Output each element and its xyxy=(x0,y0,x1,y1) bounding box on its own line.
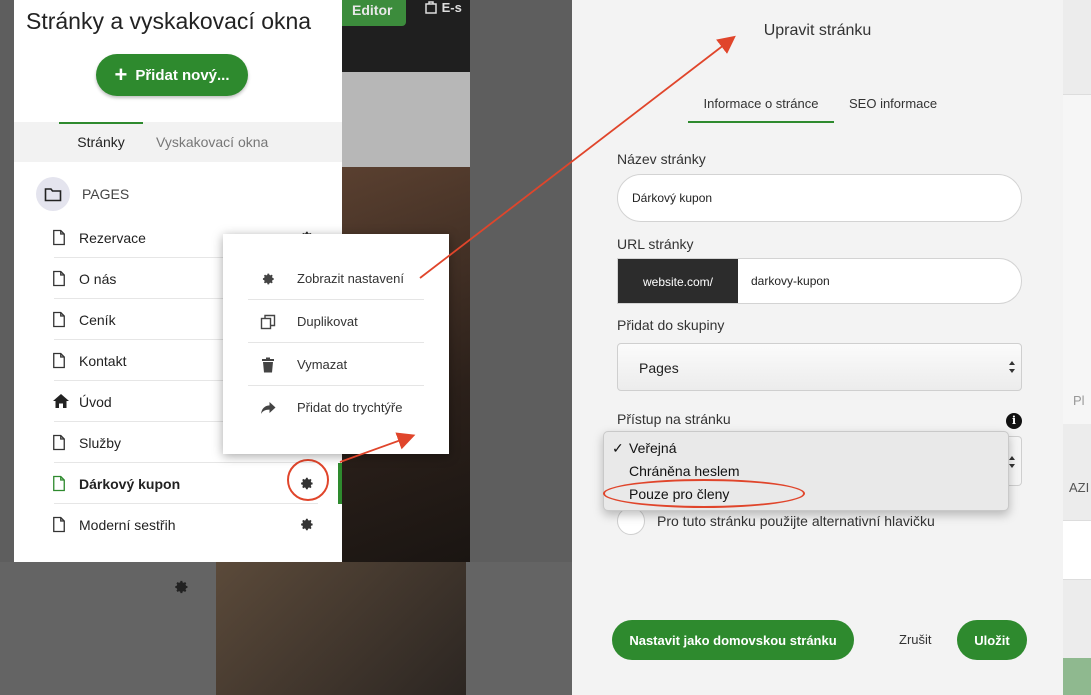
page-url-input[interactable]: darkovy-kupon xyxy=(751,274,830,288)
tab-pages[interactable]: Stránky xyxy=(59,134,143,150)
plus-icon: + xyxy=(114,62,128,87)
site-preview-panel xyxy=(1063,94,1091,424)
page-icon xyxy=(52,516,68,534)
page-item-label: Ceník xyxy=(79,312,116,328)
group-select-value: Pages xyxy=(639,360,679,376)
edit-page-modal: Upravit stránku Informace o stránce SEO … xyxy=(572,0,1063,695)
menu-item-label: Duplikovat xyxy=(297,314,358,329)
alt-header-label: Pro tuto stránku použijte alternativní h… xyxy=(657,513,935,529)
page-url-field: website.com/ darkovy-kupon xyxy=(617,258,1022,304)
annotation-ellipse xyxy=(603,479,805,508)
site-preview-text: AZI xyxy=(1069,480,1090,495)
gear-icon[interactable] xyxy=(172,578,190,596)
site-preview-block xyxy=(1063,520,1091,580)
menu-item-settings[interactable]: Zobrazit nastavení xyxy=(248,257,424,300)
add-new-button[interactable]: + Přidat nový... xyxy=(96,54,248,96)
menu-item-add-to-funnel[interactable]: Přidat do trychtýře xyxy=(248,386,424,429)
page-name-label: Název stránky xyxy=(617,151,706,167)
tab-seo-info[interactable]: SEO informace xyxy=(849,96,937,111)
page-item-label: Úvod xyxy=(79,394,112,410)
page-item-label: O nás xyxy=(79,271,117,287)
site-preview-button xyxy=(1063,658,1091,695)
set-homepage-button[interactable]: Nastavit jako domovskou stránku xyxy=(612,620,854,660)
home-icon xyxy=(52,393,69,411)
access-option-public[interactable]: Veřejná xyxy=(629,440,676,456)
page-icon xyxy=(52,475,68,493)
menu-item-label: Vymazat xyxy=(297,357,348,372)
group-select[interactable]: Pages xyxy=(617,343,1022,391)
site-header-preview xyxy=(340,72,470,167)
cancel-button[interactable]: Zrušit xyxy=(899,632,932,647)
menu-item-delete[interactable]: Vymazat xyxy=(248,343,424,386)
menu-item-label: Přidat do trychtýře xyxy=(297,400,403,415)
eshop-tab[interactable]: E-s xyxy=(424,0,462,15)
tab-popups[interactable]: Vyskakovací okna xyxy=(156,134,268,150)
site-product-photo xyxy=(216,562,466,695)
menu-item-duplicate[interactable]: Duplikovat xyxy=(248,300,424,343)
annotation-circle xyxy=(287,459,329,501)
access-label: Přístup na stránku xyxy=(617,411,731,427)
share-arrow-icon xyxy=(261,401,276,414)
bag-icon xyxy=(424,0,442,15)
menu-item-label: Zobrazit nastavení xyxy=(297,271,404,286)
page-item-label: Moderní sestřih xyxy=(79,517,176,533)
duplicate-icon xyxy=(260,314,276,329)
save-button[interactable]: Uložit xyxy=(957,620,1027,660)
access-option-password[interactable]: Chráněna heslem xyxy=(629,463,740,479)
active-indicator xyxy=(338,463,342,504)
eshop-label: E-s xyxy=(441,0,462,15)
gear-icon[interactable] xyxy=(298,516,315,533)
folder-pages[interactable]: PAGES xyxy=(36,177,129,211)
url-prefix: website.com/ xyxy=(618,259,738,303)
page-item-label: Rezervace xyxy=(79,230,146,246)
page-icon xyxy=(52,229,68,247)
select-arrows-icon xyxy=(1009,361,1015,373)
page-icon xyxy=(52,311,68,329)
page-item-label: Dárkový kupon xyxy=(79,476,181,492)
panel-title: Stránky a vyskakovací okna xyxy=(26,8,312,34)
page-icon xyxy=(52,270,68,288)
info-icon[interactable]: i xyxy=(1006,413,1022,429)
context-menu: Zobrazit nastavení Duplikovat Vymazat Př… xyxy=(223,234,449,454)
page-name-input[interactable]: Dárkový kupon xyxy=(617,174,1022,222)
site-preview-edge: Pl AZI xyxy=(1063,0,1091,695)
trash-icon xyxy=(262,357,274,372)
panel-tabs: Stránky Vyskakovací okna xyxy=(14,122,342,162)
page-icon xyxy=(52,352,68,370)
tab-page-info[interactable]: Informace o stránce xyxy=(688,96,834,123)
page-url-label: URL stránky xyxy=(617,236,694,252)
folder-icon xyxy=(36,177,70,211)
page-icon xyxy=(52,434,68,452)
alt-header-radio[interactable] xyxy=(617,507,645,535)
page-item-label: Kontakt xyxy=(79,353,127,369)
active-tab-indicator xyxy=(59,122,143,124)
page-list-item[interactable]: Moderní sestřih xyxy=(14,504,342,545)
folder-label: PAGES xyxy=(82,186,130,202)
gear-icon xyxy=(262,273,274,284)
page-item-label: Služby xyxy=(79,435,122,451)
site-preview-text: Pl xyxy=(1073,393,1085,408)
group-label: Přidat do skupiny xyxy=(617,317,725,333)
add-new-label: Přidat nový... xyxy=(135,66,230,84)
modal-title: Upravit stránku xyxy=(763,22,872,39)
check-icon: ✓ xyxy=(612,440,624,456)
alt-header-option[interactable]: Pro tuto stránku použijte alternativní h… xyxy=(617,507,935,535)
